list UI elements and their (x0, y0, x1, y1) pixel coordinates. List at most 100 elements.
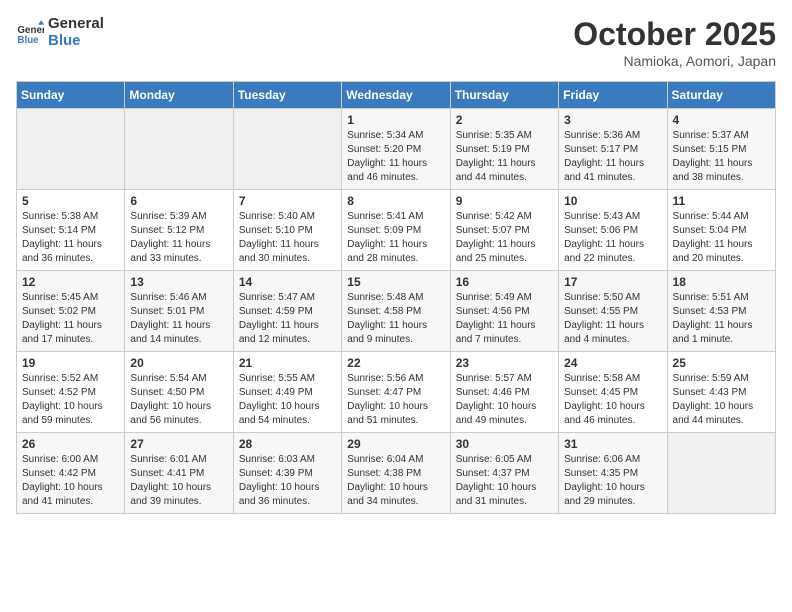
day-number: 14 (239, 275, 336, 289)
calendar-cell: 22 Sunrise: 5:56 AMSunset: 4:47 PMDayligh… (342, 352, 450, 433)
day-number: 5 (22, 194, 119, 208)
day-number: 1 (347, 113, 444, 127)
cell-sun-info: Sunrise: 5:40 AMSunset: 5:10 PMDaylight:… (239, 210, 336, 266)
cell-sun-info: Sunrise: 5:45 AMSunset: 5:02 PMDaylight:… (22, 291, 119, 347)
day-number: 18 (673, 275, 770, 289)
day-number: 15 (347, 275, 444, 289)
day-number: 8 (347, 194, 444, 208)
week-row-3: 12 Sunrise: 5:45 AMSunset: 5:02 PMDayligh… (17, 271, 776, 352)
calendar-cell: 15 Sunrise: 5:48 AMSunset: 4:58 PMDayligh… (342, 271, 450, 352)
day-number: 11 (673, 194, 770, 208)
calendar-cell: 18Sunrise: 5:51 AMSunset: 4:53 PMDayligh… (667, 271, 775, 352)
calendar-cell: 28 Sunrise: 6:03 AMSunset: 4:39 PMDayligh… (233, 433, 341, 514)
calendar-cell (233, 109, 341, 190)
page-header: General Blue General Blue October 2025 N… (16, 16, 776, 69)
day-number: 22 (347, 356, 444, 370)
logo-icon: General Blue (16, 19, 44, 47)
cell-sun-info: Sunrise: 5:38 AMSunset: 5:14 PMDaylight:… (22, 210, 119, 266)
weekday-header-friday: Friday (559, 82, 667, 109)
cell-sun-info: Sunrise: 5:59 AMSunset: 4:43 PMDaylight:… (673, 372, 770, 428)
day-number: 21 (239, 356, 336, 370)
day-number: 9 (456, 194, 553, 208)
calendar-cell: 4Sunrise: 5:37 AMSunset: 5:15 PMDaylight… (667, 109, 775, 190)
calendar-cell: 11 Sunrise: 5:44 AMSunset: 5:04 PMDayligh… (667, 190, 775, 271)
calendar-cell: 20 Sunrise: 5:54 AMSunset: 4:50 PMDayligh… (125, 352, 233, 433)
cell-sun-info: Sunrise: 5:44 AMSunset: 5:04 PMDaylight:… (673, 210, 770, 266)
weekday-header-saturday: Saturday (667, 82, 775, 109)
week-row-4: 19 Sunrise: 5:52 AMSunset: 4:52 PMDayligh… (17, 352, 776, 433)
week-row-2: 5 Sunrise: 5:38 AMSunset: 5:14 PMDaylight… (17, 190, 776, 271)
day-number: 27 (130, 437, 227, 451)
calendar-cell: 27 Sunrise: 6:01 AMSunset: 4:41 PMDayligh… (125, 433, 233, 514)
cell-sun-info: Sunrise: 6:06 AMSunset: 4:35 PMDaylight:… (564, 453, 661, 509)
cell-sun-info: Sunrise: 5:58 AMSunset: 4:45 PMDaylight:… (564, 372, 661, 428)
calendar-subtitle: Namioka, Aomori, Japan (573, 53, 776, 69)
weekday-header-wednesday: Wednesday (342, 82, 450, 109)
day-number: 3 (564, 113, 661, 127)
cell-sun-info: Sunrise: 5:55 AMSunset: 4:49 PMDaylight:… (239, 372, 336, 428)
calendar-cell: 10 Sunrise: 5:43 AMSunset: 5:06 PMDayligh… (559, 190, 667, 271)
calendar-cell: 21 Sunrise: 5:55 AMSunset: 4:49 PMDayligh… (233, 352, 341, 433)
day-number: 30 (456, 437, 553, 451)
day-number: 10 (564, 194, 661, 208)
calendar-cell: 29 Sunrise: 6:04 AMSunset: 4:38 PMDayligh… (342, 433, 450, 514)
cell-sun-info: Sunrise: 5:49 AMSunset: 4:56 PMDaylight:… (456, 291, 553, 347)
week-row-1: 1 Sunrise: 5:34 AMSunset: 5:20 PMDaylight… (17, 109, 776, 190)
cell-sun-info: Sunrise: 6:03 AMSunset: 4:39 PMDaylight:… (239, 453, 336, 509)
calendar-title: October 2025 (573, 16, 776, 53)
calendar-cell: 7 Sunrise: 5:40 AMSunset: 5:10 PMDaylight… (233, 190, 341, 271)
day-number: 12 (22, 275, 119, 289)
day-number: 29 (347, 437, 444, 451)
calendar-table: SundayMondayTuesdayWednesdayThursdayFrid… (16, 81, 776, 514)
cell-sun-info: Sunrise: 5:34 AMSunset: 5:20 PMDaylight:… (347, 129, 444, 185)
cell-sun-info: Sunrise: 5:47 AMSunset: 4:59 PMDaylight:… (239, 291, 336, 347)
calendar-cell: 25 Sunrise: 5:59 AMSunset: 4:43 PMDayligh… (667, 352, 775, 433)
day-number: 26 (22, 437, 119, 451)
calendar-cell (125, 109, 233, 190)
weekday-header-tuesday: Tuesday (233, 82, 341, 109)
cell-sun-info: Sunrise: 5:46 AMSunset: 5:01 PMDaylight:… (130, 291, 227, 347)
calendar-cell: 31 Sunrise: 6:06 AMSunset: 4:35 PMDayligh… (559, 433, 667, 514)
calendar-cell: 13Sunrise: 5:46 AMSunset: 5:01 PMDayligh… (125, 271, 233, 352)
calendar-cell: 14 Sunrise: 5:47 AMSunset: 4:59 PMDayligh… (233, 271, 341, 352)
day-number: 25 (673, 356, 770, 370)
day-number: 6 (130, 194, 227, 208)
cell-sun-info: Sunrise: 6:00 AMSunset: 4:42 PMDaylight:… (22, 453, 119, 509)
cell-sun-info: Sunrise: 6:05 AMSunset: 4:37 PMDaylight:… (456, 453, 553, 509)
cell-sun-info: Sunrise: 5:48 AMSunset: 4:58 PMDaylight:… (347, 291, 444, 347)
calendar-cell: 26 Sunrise: 6:00 AMSunset: 4:42 PMDayligh… (17, 433, 125, 514)
day-number: 20 (130, 356, 227, 370)
calendar-cell: 3Sunrise: 5:36 AMSunset: 5:17 PMDaylight… (559, 109, 667, 190)
calendar-cell: 17 Sunrise: 5:50 AMSunset: 4:55 PMDayligh… (559, 271, 667, 352)
week-row-5: 26 Sunrise: 6:00 AMSunset: 4:42 PMDayligh… (17, 433, 776, 514)
day-number: 23 (456, 356, 553, 370)
logo-line2: Blue (48, 33, 104, 50)
calendar-cell: 6 Sunrise: 5:39 AMSunset: 5:12 PMDaylight… (125, 190, 233, 271)
cell-sun-info: Sunrise: 6:01 AMSunset: 4:41 PMDaylight:… (130, 453, 227, 509)
calendar-cell: 1 Sunrise: 5:34 AMSunset: 5:20 PMDaylight… (342, 109, 450, 190)
cell-sun-info: Sunrise: 5:52 AMSunset: 4:52 PMDaylight:… (22, 372, 119, 428)
logo: General Blue General Blue (16, 16, 104, 49)
calendar-cell: 30 Sunrise: 6:05 AMSunset: 4:37 PMDayligh… (450, 433, 558, 514)
cell-sun-info: Sunrise: 6:04 AMSunset: 4:38 PMDaylight:… (347, 453, 444, 509)
cell-sun-info: Sunrise: 5:57 AMSunset: 4:46 PMDaylight:… (456, 372, 553, 428)
logo-line1: General (48, 16, 104, 33)
weekday-header-row: SundayMondayTuesdayWednesdayThursdayFrid… (17, 82, 776, 109)
day-number: 31 (564, 437, 661, 451)
day-number: 19 (22, 356, 119, 370)
cell-sun-info: Sunrise: 5:39 AMSunset: 5:12 PMDaylight:… (130, 210, 227, 266)
day-number: 17 (564, 275, 661, 289)
calendar-cell: 8 Sunrise: 5:41 AMSunset: 5:09 PMDaylight… (342, 190, 450, 271)
cell-sun-info: Sunrise: 5:42 AMSunset: 5:07 PMDaylight:… (456, 210, 553, 266)
cell-sun-info: Sunrise: 5:50 AMSunset: 4:55 PMDaylight:… (564, 291, 661, 347)
cell-sun-info: Sunrise: 5:56 AMSunset: 4:47 PMDaylight:… (347, 372, 444, 428)
day-number: 7 (239, 194, 336, 208)
calendar-cell (667, 433, 775, 514)
day-number: 28 (239, 437, 336, 451)
day-number: 4 (673, 113, 770, 127)
calendar-cell (17, 109, 125, 190)
cell-sun-info: Sunrise: 5:41 AMSunset: 5:09 PMDaylight:… (347, 210, 444, 266)
cell-sun-info: Sunrise: 5:54 AMSunset: 4:50 PMDaylight:… (130, 372, 227, 428)
calendar-cell: 9 Sunrise: 5:42 AMSunset: 5:07 PMDaylight… (450, 190, 558, 271)
cell-sun-info: Sunrise: 5:43 AMSunset: 5:06 PMDaylight:… (564, 210, 661, 266)
